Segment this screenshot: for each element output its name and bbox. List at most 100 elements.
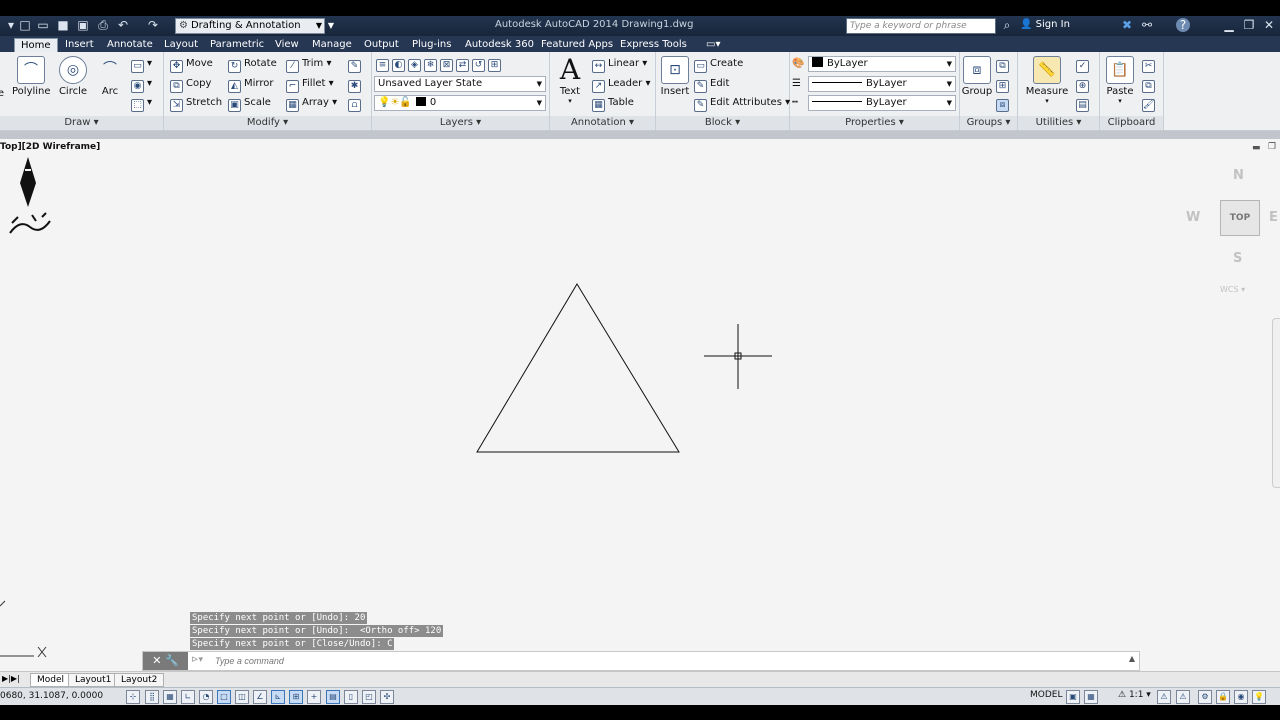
create-block-button[interactable]: ▭ Create — [694, 58, 743, 73]
group-button[interactable]: ⧈ Group — [960, 56, 994, 97]
qat-dropdown-icon[interactable]: ▼ — [325, 18, 337, 34]
block-panel-title[interactable]: Block ▾ — [656, 116, 789, 130]
annotation-panel-title[interactable]: Annotation ▾ — [550, 116, 655, 130]
command-history-toggle-icon[interactable]: ▲ — [1129, 654, 1135, 663]
transparency-icon[interactable]: ▤ — [326, 690, 340, 704]
rectangle-button[interactable]: ▭ ▾ — [131, 58, 152, 73]
quick-view-drawings-icon[interactable]: ▦ — [1084, 690, 1098, 704]
exchange-icon[interactable]: ✖ — [1120, 18, 1134, 32]
drawing-area[interactable] — [0, 139, 1280, 671]
viewcube-west[interactable]: W — [1186, 210, 1200, 225]
scale-button[interactable]: ▣ Scale — [228, 97, 271, 112]
wrench-icon[interactable]: 🔧 — [165, 654, 179, 667]
triangle-shape[interactable] — [476, 283, 680, 453]
layer-select[interactable]: 💡☀🔓 0 ▼ — [374, 95, 546, 111]
ungroup-button[interactable]: ⧉ — [996, 58, 1012, 73]
viewcube-top-face[interactable]: TOP — [1220, 200, 1260, 236]
3d-object-snap-icon[interactable]: ◫ — [235, 690, 249, 704]
groups-panel-title[interactable]: Groups ▾ — [960, 116, 1017, 130]
erase-button[interactable]: ✎ — [348, 58, 364, 73]
edit-attributes-button[interactable]: ✎ Edit Attributes ▾ — [694, 97, 790, 112]
polyline-button[interactable]: ⌒ Polyline — [12, 56, 51, 97]
tab-insert[interactable]: Insert — [59, 38, 100, 52]
ortho-mode-icon[interactable]: ∟ — [181, 690, 195, 704]
tab-layout1[interactable]: Layout1 — [68, 673, 119, 687]
lineweight-select[interactable]: ByLayer ▼ — [808, 76, 956, 92]
id-point-button[interactable]: ⊕ — [1076, 78, 1092, 93]
lineweight-toggle-icon[interactable]: + — [307, 690, 321, 704]
layer-state-select[interactable]: Unsaved Layer State ▼ — [374, 76, 546, 92]
table-button[interactable]: ▦ Table — [592, 97, 634, 112]
wcs-menu[interactable]: WCS ▾ — [1220, 285, 1245, 294]
leader-button[interactable]: ↗ Leader ▾ — [592, 78, 651, 93]
array-button[interactable]: ▦ Array ▾ — [286, 97, 337, 112]
tab-output[interactable]: Output — [358, 38, 405, 52]
object-snap-icon[interactable]: □ — [217, 690, 231, 704]
tab-layout[interactable]: Layout — [158, 38, 204, 52]
selection-cycling-icon[interactable]: ◰ — [362, 690, 376, 704]
tab-layout2[interactable]: Layout2 — [114, 673, 165, 687]
object-snap-tracking-icon[interactable]: ∠ — [253, 690, 267, 704]
draw-panel-title[interactable]: Draw ▾ — [0, 116, 163, 130]
model-space-button[interactable]: MODEL — [1030, 690, 1062, 700]
tab-manage[interactable]: Manage — [306, 38, 358, 52]
rotate-button[interactable]: ↻ Rotate — [228, 58, 277, 73]
command-prompt-icon[interactable]: ⊳▾ — [191, 655, 203, 665]
circle-button[interactable]: ◎ Circle — [56, 56, 90, 97]
viewcube-south[interactable]: S — [1233, 251, 1242, 266]
layers-panel-title[interactable]: Layers ▾ — [372, 116, 549, 130]
tab-plugins[interactable]: Plug-ins — [406, 38, 457, 52]
offset-button[interactable]: ⩍ — [348, 97, 364, 112]
annotation-visibility-icon[interactable]: ⚠ — [1157, 690, 1171, 704]
group-selection-button[interactable]: ⧈ — [996, 97, 1012, 112]
layer-tools-row[interactable]: ≡ ◐ ◈ ❄ ⊠ ⇄ ↺ ⊞ — [376, 57, 504, 72]
tab-annotate[interactable]: Annotate — [101, 38, 159, 52]
insert-button[interactable]: ⊡ Insert — [658, 56, 692, 97]
group-edit-button[interactable]: ⊞ — [996, 78, 1012, 93]
properties-panel-title[interactable]: Properties ▾ — [790, 116, 959, 130]
stretch-button[interactable]: ⇲ Stretch — [170, 97, 222, 112]
clipboard-panel-title[interactable]: Clipboard — [1100, 116, 1163, 130]
minimize-icon[interactable]: ▁ — [1222, 18, 1236, 32]
cut-button[interactable]: ✂ — [1142, 58, 1158, 73]
move-button[interactable]: ✥ Move — [170, 58, 213, 73]
copy-clip-button[interactable]: ⧉ — [1142, 78, 1158, 93]
undo-icon[interactable]: ↶ — [116, 18, 130, 32]
modify-panel-title[interactable]: Modify ▾ — [164, 116, 371, 130]
tab-view[interactable]: View — [269, 38, 305, 52]
match-properties-icon[interactable]: 🎨 — [792, 58, 804, 69]
annotation-scale[interactable]: ⚠ 1:1 ▾ — [1118, 690, 1151, 700]
command-input[interactable] — [215, 654, 1115, 668]
coordinates-readout[interactable]: 0680, 31.1087, 0.0000 — [0, 691, 103, 701]
grid-display-icon[interactable]: ▦ — [163, 690, 177, 704]
restore-icon[interactable]: ❐ — [1242, 18, 1256, 32]
open-icon[interactable]: ▭ — [36, 18, 50, 32]
plot-icon[interactable]: ⎙ — [96, 18, 110, 32]
tab-model[interactable]: Model — [30, 673, 72, 687]
new-icon[interactable]: □ — [18, 18, 32, 32]
linetype-select[interactable]: ByLayer ▼ — [808, 95, 956, 111]
infer-constraints-icon[interactable]: ⊹ — [126, 690, 140, 704]
hatch-button[interactable]: ◉ ▾ — [131, 78, 152, 93]
close-icon[interactable]: ✕ — [1262, 18, 1276, 32]
boundary-button[interactable]: ⬚ ▾ — [131, 97, 152, 112]
mirror-button[interactable]: ◭ Mirror — [228, 78, 273, 93]
quick-properties-icon[interactable]: ▯ — [344, 690, 358, 704]
calculator-button[interactable]: ▤ — [1076, 97, 1092, 112]
paste-button[interactable]: 📋 Paste ▾ — [1102, 56, 1138, 105]
tab-autodesk-360[interactable]: Autodesk 360 — [459, 38, 540, 52]
connect-icon[interactable]: ⚯ — [1140, 18, 1154, 32]
hardware-acceleration-icon[interactable]: ◉ — [1234, 690, 1248, 704]
polar-tracking-icon[interactable]: ◔ — [199, 690, 213, 704]
workspace-selector[interactable]: ⚙ Drafting & Annotation ▼ — [175, 18, 325, 34]
help-icon[interactable]: ? — [1176, 18, 1190, 32]
line-button[interactable]: e — [0, 56, 8, 99]
app-menu-icon[interactable]: ▾ — [4, 18, 18, 32]
arc-button[interactable]: ⌒ Arc — [95, 56, 125, 97]
tab-parametric[interactable]: Parametric — [204, 38, 270, 52]
auto-scale-icon[interactable]: ⚠ — [1176, 690, 1190, 704]
save-as-icon[interactable]: ▣ — [76, 18, 90, 32]
linear-button[interactable]: ↔ Linear ▾ — [592, 58, 647, 73]
lock-ui-icon[interactable]: 🔒 — [1216, 690, 1230, 704]
redo-icon[interactable]: ↷ — [146, 18, 160, 32]
